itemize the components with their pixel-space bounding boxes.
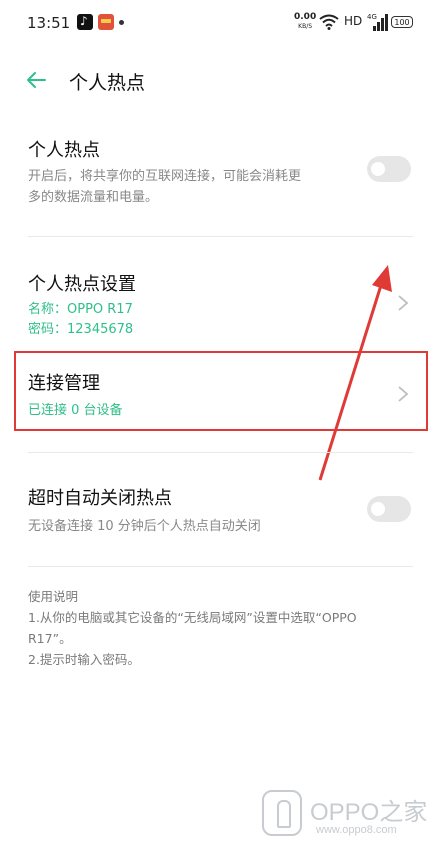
cell-signal-icon: 4G (367, 13, 388, 31)
wifi-icon (319, 14, 339, 30)
hotspot-switch[interactable] (367, 156, 411, 182)
status-time: 13:51 (27, 14, 71, 32)
watermark-brand: OPPO之家 (310, 799, 428, 826)
news-app-icon (98, 14, 114, 30)
tiktok-icon (77, 14, 93, 30)
more-notifications-dot-icon (119, 20, 124, 25)
status-bar: 13:51 0.00 KB/S HD 4G 100 (0, 0, 441, 46)
usage-line: 2.提示时输入密码。 (28, 652, 140, 667)
usage-instructions: 使用说明 1.从你的电脑或其它设备的“无线局域网”设置中选取“OPPO R17”… (28, 586, 418, 670)
switch-knob (371, 502, 385, 516)
usage-heading: 使用说明 (28, 589, 79, 604)
network-speed: 0.00 KB/S (294, 13, 316, 31)
usage-line: 1.从你的电脑或其它设备的“无线局域网”设置中选取“OPPO (28, 610, 357, 625)
hotspot-toggle-row[interactable]: 个人热点 开启后，将共享你的互联网连接，可能会消耗更 多的数据流量和电量。 (28, 136, 413, 216)
top-bar: 个人热点 (0, 58, 441, 102)
watermark: OPPO之家 www.oppo8.com (262, 790, 432, 840)
usage-line: R17”。 (28, 631, 72, 646)
divider (28, 566, 413, 567)
divider (28, 452, 413, 453)
hotspot-desc-line2: 多的数据流量和电量。 (28, 190, 159, 205)
network-speed-unit: KB/S (298, 23, 313, 30)
auto-off-toggle-row[interactable]: 超时自动关闭热点 无设备连接 10 分钟后个人热点自动关闭 (28, 484, 413, 544)
oppo-logo-icon (262, 790, 302, 836)
auto-off-title: 超时自动关闭热点 (28, 488, 172, 509)
watermark-url: www.oppo8.com (316, 824, 397, 836)
auto-off-switch[interactable] (367, 496, 411, 522)
annotation-arrow (318, 265, 392, 481)
hotspot-title: 个人热点 (28, 140, 100, 161)
switch-knob (371, 162, 385, 176)
auto-off-desc: 无设备连接 10 分钟后个人热点自动关闭 (28, 519, 261, 534)
page-title: 个人热点 (69, 72, 146, 94)
network-type: 4G (367, 13, 377, 21)
network-speed-value: 0.00 (294, 12, 317, 22)
battery-icon: 100 (391, 16, 413, 28)
hd-voice-indicator: HD (344, 14, 363, 28)
divider (28, 236, 413, 237)
hotspot-desc-line1: 开启后，将共享你的互联网连接，可能会消耗更 (28, 169, 302, 184)
back-arrow-icon[interactable] (24, 68, 48, 92)
